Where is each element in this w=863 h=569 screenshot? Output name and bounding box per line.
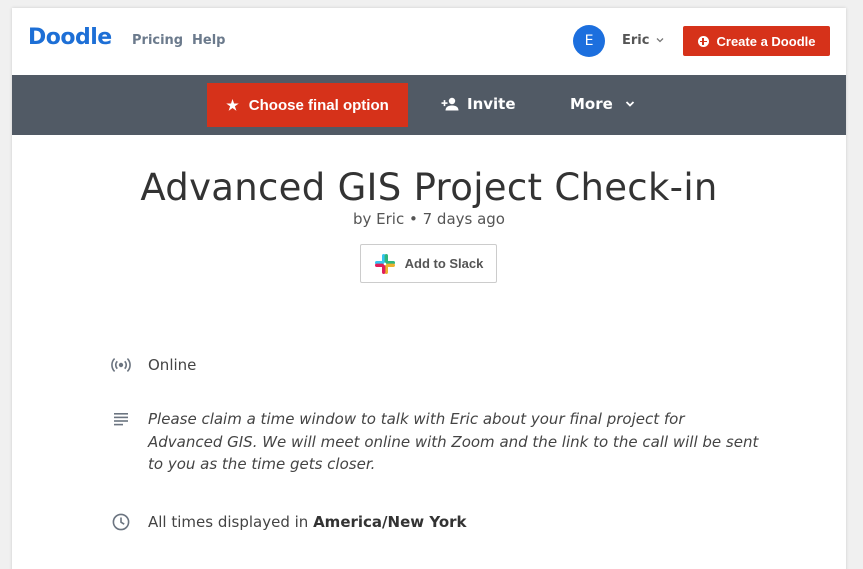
timezone-text: All times displayed in America/New York [148, 511, 467, 534]
plus-circle-icon [697, 35, 709, 47]
nav-help-link[interactable]: Help [192, 33, 225, 48]
top-header: Doodle Pricing Help E Eric Create a Dood… [12, 8, 846, 75]
choose-final-option-button[interactable]: ★ Choose final option [207, 83, 408, 127]
page-card: Doodle Pricing Help E Eric Create a Dood… [12, 8, 846, 569]
location-text: Online [148, 356, 197, 374]
timezone-row: All times displayed in America/New York [110, 511, 760, 534]
clock-icon [110, 511, 132, 533]
user-name[interactable]: Eric [622, 33, 649, 48]
invite-button[interactable]: Invite [441, 95, 516, 113]
timezone-prefix: All times displayed in [148, 513, 309, 531]
nav-pricing-link[interactable]: Pricing [132, 33, 183, 48]
chevron-down-icon[interactable] [655, 35, 665, 45]
more-menu-button[interactable]: More [570, 95, 637, 113]
create-doodle-button[interactable]: Create a Doodle [683, 26, 830, 56]
choose-final-option-label: Choose final option [248, 96, 389, 114]
poll-toolbar: ★ Choose final option Invite More [12, 75, 846, 135]
star-icon: ★ [226, 96, 239, 113]
notes-icon [110, 408, 132, 430]
chevron-down-icon [625, 101, 634, 107]
slack-icon [374, 253, 395, 274]
broadcast-icon [110, 354, 132, 376]
poll-byline: by Eric • 7 days ago [353, 210, 505, 228]
poll-description: Please claim a time window to talk with … [148, 410, 759, 473]
location-row: Online [110, 354, 760, 377]
add-person-icon [441, 97, 459, 111]
add-to-slack-label: Add to Slack [404, 256, 484, 271]
poll-title: Advanced GIS Project Check-in [140, 166, 718, 209]
description-row: Please claim a time window to talk with … [110, 408, 760, 476]
invite-label: Invite [467, 95, 516, 113]
timezone-value[interactable]: America/New York [313, 513, 466, 531]
doodle-logo[interactable]: Doodle [28, 25, 112, 50]
user-avatar[interactable]: E [573, 25, 605, 57]
add-to-slack-button[interactable]: Add to Slack [360, 244, 497, 283]
more-label: More [570, 95, 613, 113]
create-doodle-label: Create a Doodle [716, 33, 816, 49]
